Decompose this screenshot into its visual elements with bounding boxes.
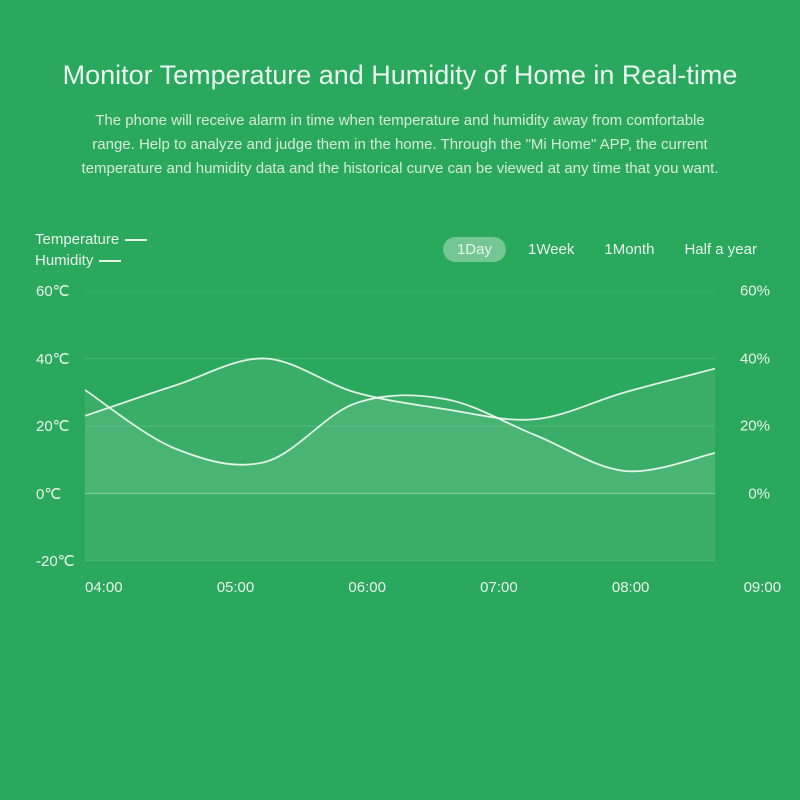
y-right-tick: 20%: [710, 418, 770, 435]
x-tick: 08:00: [612, 579, 650, 596]
y-right-tick: 40%: [710, 350, 770, 367]
legend-temperature-dash-icon: [125, 239, 147, 241]
x-tick: 07:00: [480, 579, 518, 596]
x-tick: 04:00: [85, 579, 123, 596]
y-axis-right: 60% 40% 20% 0%: [710, 291, 770, 561]
chart: 60℃ 40℃ 20℃ 0℃ -20℃ 60% 40% 20% 0%: [30, 291, 770, 611]
y-right-tick: 0%: [710, 485, 770, 502]
legend-humidity-dash-icon: [99, 260, 121, 262]
legend-temperature-label: Temperature: [35, 231, 119, 248]
range-1week[interactable]: 1Week: [520, 237, 582, 262]
time-range-picker: 1Day 1Week 1Month Half a year: [443, 237, 765, 262]
x-tick: 06:00: [348, 579, 386, 596]
range-1month[interactable]: 1Month: [596, 237, 662, 262]
range-1day[interactable]: 1Day: [443, 237, 506, 262]
x-tick: 09:00: [744, 579, 782, 596]
legend-humidity-label: Humidity: [35, 252, 93, 269]
chart-svg: [85, 291, 715, 561]
x-tick: 05:00: [217, 579, 255, 596]
page-title: Monitor Temperature and Humidity of Home…: [30, 60, 770, 91]
y-right-tick: 60%: [710, 283, 770, 300]
y-axis-left: 60℃ 40℃ 20℃ 0℃ -20℃: [30, 291, 90, 561]
x-axis: 04:00 05:00 06:00 07:00 08:00 09:00 10:0…: [85, 579, 715, 599]
legend-humidity: Humidity: [35, 252, 147, 269]
legend-temperature: Temperature: [35, 231, 147, 248]
chart-legend: Temperature Humidity: [35, 231, 147, 273]
page-description: The phone will receive alarm in time whe…: [80, 109, 720, 181]
range-half-year[interactable]: Half a year: [676, 237, 765, 262]
plot-area: [85, 291, 715, 561]
